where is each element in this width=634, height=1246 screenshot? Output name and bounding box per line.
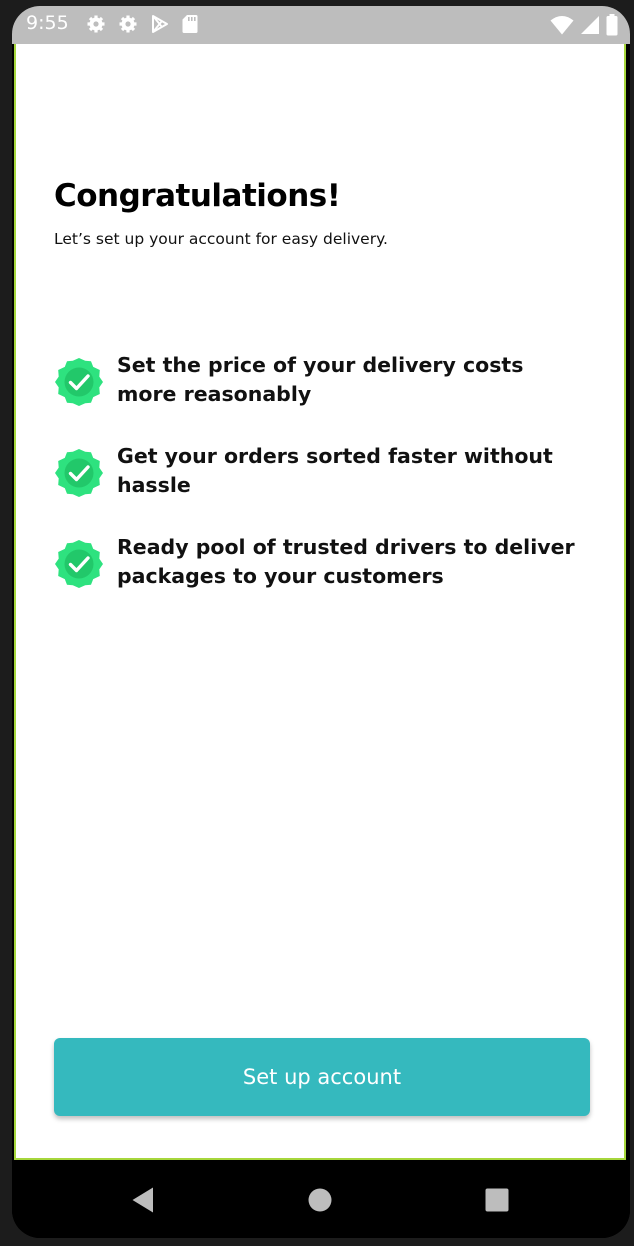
sd-card-icon	[182, 14, 198, 34]
home-icon	[308, 1188, 332, 1212]
settings-icon	[118, 14, 138, 34]
feature-item: Ready pool of trusted drivers to deliver…	[54, 530, 584, 621]
feature-text: Set the price of your delivery costs mor…	[117, 353, 524, 406]
feature-text: Get your orders sorted faster without ha…	[117, 444, 553, 497]
page-title: Congratulations!	[54, 178, 341, 214]
system-nav-bar	[12, 1160, 630, 1238]
back-button[interactable]	[123, 1180, 163, 1220]
setup-account-button[interactable]: Set up account	[54, 1038, 590, 1116]
wifi-icon	[550, 15, 574, 35]
verified-badge-icon	[55, 358, 103, 406]
recents-button[interactable]	[477, 1180, 517, 1220]
feature-text: Ready pool of trusted drivers to deliver…	[117, 535, 575, 588]
page-subtitle: Let’s set up your account for easy deliv…	[54, 230, 388, 248]
app-screen: Congratulations! Let’s set up your accou…	[14, 44, 626, 1160]
verified-badge-icon	[55, 449, 103, 497]
settings-icon	[86, 14, 106, 34]
back-icon	[132, 1187, 153, 1213]
feature-item: Get your orders sorted faster without ha…	[54, 439, 584, 530]
home-button[interactable]	[300, 1180, 340, 1220]
status-icons-left	[86, 14, 198, 34]
feature-list: Set the price of your delivery costs mor…	[54, 348, 584, 621]
verified-badge-icon	[55, 540, 103, 588]
status-time: 9:55	[26, 12, 69, 34]
play-store-icon	[150, 14, 170, 34]
signal-icon	[580, 15, 600, 35]
status-icons-right	[550, 14, 618, 36]
feature-item: Set the price of your delivery costs mor…	[54, 348, 584, 439]
battery-icon	[606, 14, 618, 36]
recents-icon	[485, 1188, 509, 1212]
status-bar: 9:55	[12, 6, 630, 44]
device-frame: 9:55 Congratulations! Let’s set up your …	[12, 6, 630, 1238]
